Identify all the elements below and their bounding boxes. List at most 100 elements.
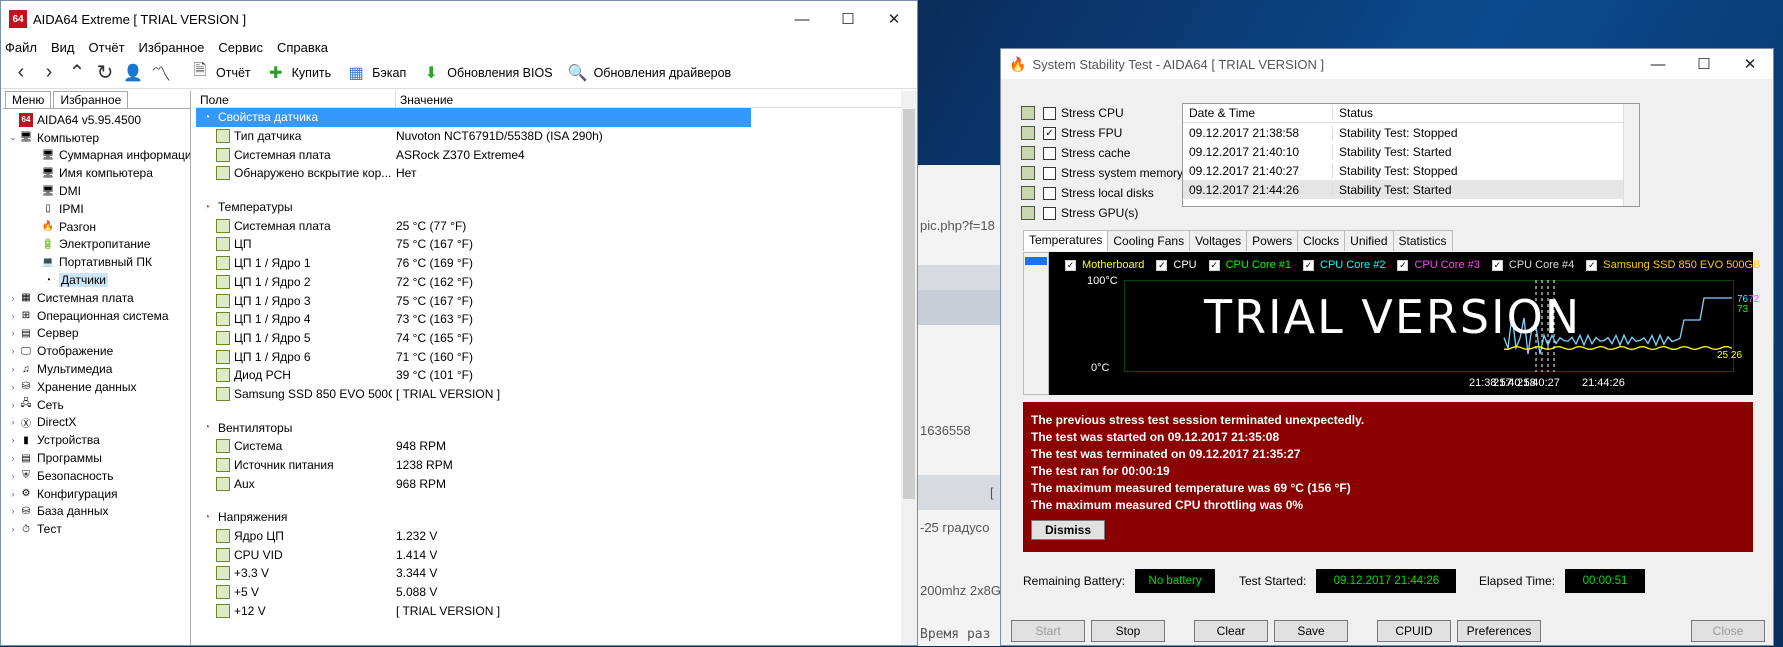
stop-button[interactable]: Stop	[1091, 620, 1165, 642]
expand-icon[interactable]: ›	[7, 311, 19, 321]
tree-item[interactable]: ◔ Датчики	[3, 271, 190, 289]
tree-item[interactable]: › ⊞ Операционная система	[3, 307, 190, 325]
graph-side-scroll[interactable]	[1023, 252, 1049, 395]
tree-item[interactable]: ⌄ 🖥 Компьютер	[3, 129, 190, 147]
legend-item[interactable]: ✓ CPU Core #4	[1491, 259, 1574, 271]
log-col-status[interactable]: Status	[1333, 106, 1373, 120]
sensor-row[interactable]: Системная плата ASRock Z370 Extreme4	[196, 145, 917, 164]
sensor-row[interactable]: Aux 968 RPM	[196, 474, 917, 493]
sensor-group[interactable]: ◔ Свойства датчика	[196, 108, 751, 127]
tree-item[interactable]: 🖥 Суммарная информация	[3, 147, 190, 165]
expand-icon[interactable]: ›	[7, 506, 19, 516]
legend-checkbox[interactable]: ✓	[1065, 259, 1076, 271]
user-icon[interactable]: 👤	[119, 60, 147, 86]
sensor-row[interactable]: Системная плата 25 °C (77 °F)	[196, 216, 917, 235]
sst-maximize-button[interactable]: ☐	[1681, 49, 1727, 79]
expand-icon[interactable]: ›	[7, 382, 19, 392]
tree-item[interactable]: › Ⓧ DirectX	[3, 414, 190, 432]
sst-minimize-button[interactable]: —	[1635, 49, 1681, 79]
tab-favorites[interactable]: Избранное	[53, 91, 129, 108]
scrollbar-thumb[interactable]	[903, 109, 915, 499]
clear-button[interactable]: Clear	[1194, 620, 1268, 642]
tree-item[interactable]: › ⛨ Безопасность	[3, 467, 190, 485]
chart-icon[interactable]: 〽	[147, 60, 175, 86]
sensor-row[interactable]: Samsung SSD 850 EVO 500GB [ TRIAL VERSION…	[196, 385, 917, 404]
menu-item[interactable]: Справка	[277, 40, 328, 55]
log-row[interactable]: 09.12.2017 21:38:58 Stability Test: Stopp…	[1183, 123, 1639, 142]
legend-item[interactable]: ✓ Motherboard	[1065, 259, 1144, 271]
sensor-row[interactable]: ЦП 1 / Ядро 1 76 °C (169 °F)	[196, 254, 917, 273]
toolbar-button[interactable]: 🔍 Обновления драйверов	[567, 62, 732, 84]
sst-close-button[interactable]: ✕	[1727, 49, 1773, 79]
toolbar-button[interactable]: 🗎 Отчёт	[189, 62, 251, 84]
tree-item[interactable]: › ⛁ База данных	[3, 503, 190, 521]
legend-item[interactable]: ✓ CPU	[1156, 259, 1197, 271]
expand-icon[interactable]: ›	[7, 328, 19, 338]
menu-item[interactable]: Файл	[5, 40, 37, 55]
tree-item[interactable]: 64 AIDA64 v5.95.4500	[3, 111, 190, 129]
tree-item[interactable]: › ♫ Мультимедиа	[3, 360, 190, 378]
expand-icon[interactable]: ›	[7, 364, 19, 374]
sensor-row[interactable]: Диод PCH 39 °C (101 °F)	[196, 366, 917, 385]
checkbox[interactable]	[1043, 166, 1056, 180]
sensor-row[interactable]: Обнаружено вскрытие кор... Нет	[196, 164, 917, 183]
graph-tab[interactable]: Voltages	[1189, 230, 1248, 251]
stress-option[interactable]: Stress CPU	[1021, 103, 1183, 123]
vertical-scrollbar[interactable]	[901, 91, 917, 645]
expand-icon[interactable]: ›	[7, 435, 19, 445]
legend-item[interactable]: ✓ Samsung SSD 850 EVO 500GB	[1586, 259, 1760, 271]
close-button[interactable]: Close	[1691, 620, 1765, 642]
sensor-row[interactable]: ЦП 1 / Ядро 3 75 °C (167 °F)	[196, 291, 917, 310]
up-icon[interactable]: ⌃	[63, 60, 91, 86]
expand-icon[interactable]: ›	[7, 400, 19, 410]
tree-item[interactable]: 🖥 Имя компьютера	[3, 164, 190, 182]
expand-icon[interactable]: ⌄	[7, 132, 19, 143]
tree-item[interactable]: › ▦ Системная плата	[3, 289, 190, 307]
tree-item[interactable]: › 🖵 Отображение	[3, 342, 190, 360]
sensor-row[interactable]: ЦП 75 °C (167 °F)	[196, 235, 917, 254]
menu-item[interactable]: Сервис	[218, 40, 263, 55]
sensor-row[interactable]: Система 948 RPM	[196, 437, 917, 456]
menu-item[interactable]: Избранное	[139, 40, 205, 55]
minimize-button[interactable]: —	[779, 4, 825, 34]
menu-item[interactable]: Отчёт	[89, 40, 125, 55]
sensor-row[interactable]: Тип датчика Nuvoton NCT6791D/5538D (ISA 2…	[196, 127, 917, 146]
legend-checkbox[interactable]: ✓	[1303, 259, 1315, 271]
legend-item[interactable]: ✓ CPU Core #2	[1303, 259, 1385, 271]
legend-checkbox[interactable]: ✓	[1397, 259, 1409, 271]
preferences-button[interactable]: Preferences	[1457, 620, 1541, 642]
tree-item[interactable]: 🖥 DMI	[3, 182, 190, 200]
graph-tab[interactable]: Cooling Fans	[1107, 230, 1191, 251]
tree-item[interactable]: › ▤ Программы	[3, 449, 190, 467]
sensor-row[interactable]: ЦП 1 / Ядро 2 72 °C (162 °F)	[196, 273, 917, 292]
tree-item[interactable]: 💻 Портативный ПК	[3, 253, 190, 271]
graph-tab[interactable]: Unified	[1344, 230, 1394, 251]
tree-item[interactable]: ▯ IPMI	[3, 200, 190, 218]
sensor-group[interactable]: ◔ Температуры	[196, 198, 917, 217]
legend-checkbox[interactable]: ✓	[1586, 259, 1598, 271]
stress-option[interactable]: ✓ Stress FPU	[1021, 123, 1183, 143]
tree-item[interactable]: › ▮ Устройства	[3, 431, 190, 449]
expand-icon[interactable]: ›	[7, 293, 19, 303]
maximize-button[interactable]: ☐	[825, 4, 871, 34]
tree-item[interactable]: › ⏱ Тест	[3, 520, 190, 538]
expand-icon[interactable]: ›	[7, 346, 19, 356]
checkbox[interactable]	[1043, 206, 1056, 220]
legend-checkbox[interactable]: ✓	[1208, 259, 1220, 271]
legend-checkbox[interactable]: ✓	[1491, 259, 1503, 271]
expand-icon[interactable]: ›	[7, 471, 19, 481]
tree-item[interactable]: 🔋 Электропитание	[3, 236, 190, 254]
log-row[interactable]: 09.12.2017 21:40:10 Stability Test: Start…	[1183, 142, 1639, 161]
stress-option[interactable]: Stress local disks	[1021, 183, 1183, 203]
graph-tab[interactable]: Temperatures	[1023, 230, 1109, 251]
checkbox[interactable]	[1043, 106, 1056, 120]
graph-tab[interactable]: Powers	[1246, 230, 1299, 251]
sensor-group[interactable]: ◔ Вентиляторы	[196, 418, 917, 437]
graph-tab[interactable]: Clocks	[1297, 230, 1346, 251]
log-col-datetime[interactable]: Date & Time	[1183, 106, 1333, 120]
tree-item[interactable]: › ▤ Сервер	[3, 325, 190, 343]
cpuid-button[interactable]: CPUID	[1377, 620, 1451, 642]
expand-icon[interactable]: ›	[7, 524, 19, 534]
log-row[interactable]: 09.12.2017 21:44:26 Stability Test: Start…	[1183, 180, 1639, 199]
tree-item[interactable]: 🔥 Разгон	[3, 218, 190, 236]
